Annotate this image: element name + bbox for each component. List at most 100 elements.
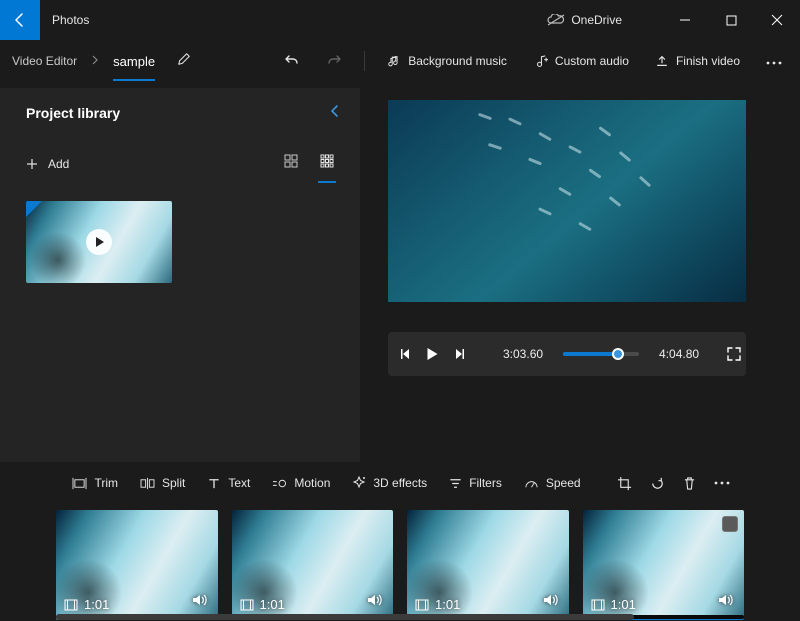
- text-button[interactable]: Text: [197, 472, 260, 494]
- add-media-button[interactable]: Add: [26, 157, 69, 171]
- collapse-library-button[interactable]: [330, 104, 340, 122]
- storyboard: 1:01 1:01 1:01 1:01: [0, 504, 800, 620]
- close-button[interactable]: [754, 0, 800, 40]
- grid-3x3-icon: [320, 154, 334, 168]
- background-music-button[interactable]: Background music: [377, 48, 517, 74]
- clip-volume-button[interactable]: [718, 593, 734, 612]
- plus-icon: [26, 158, 38, 170]
- clip-checkbox[interactable]: [722, 516, 738, 532]
- split-icon: [140, 477, 155, 490]
- clip-duration: 1:01: [84, 597, 109, 612]
- finish-video-label: Finish video: [676, 54, 740, 68]
- minimize-icon: [679, 14, 691, 26]
- onedrive-label: OneDrive: [571, 13, 622, 27]
- redo-button[interactable]: [316, 47, 352, 75]
- storyboard-clip[interactable]: 1:01: [56, 510, 218, 620]
- 3d-effects-button[interactable]: 3D effects: [342, 472, 437, 494]
- crop-button[interactable]: [609, 472, 640, 495]
- play-icon: [426, 347, 439, 361]
- clip-duration: 1:01: [435, 597, 460, 612]
- background-music-label: Background music: [408, 54, 507, 68]
- speed-icon: [524, 477, 539, 490]
- pencil-icon: [177, 52, 191, 66]
- film-icon: [415, 599, 429, 611]
- storyboard-clip[interactable]: 1:01: [583, 510, 745, 620]
- delete-button[interactable]: [675, 472, 704, 495]
- add-label: Add: [48, 157, 69, 171]
- cloud-off-icon: [547, 14, 565, 26]
- rename-button[interactable]: [177, 52, 191, 71]
- volume-icon: [192, 593, 208, 607]
- clip-duration-overlay: 1:01: [415, 597, 460, 612]
- crop-icon: [617, 476, 632, 491]
- rotate-icon: [650, 476, 665, 491]
- seek-knob[interactable]: [612, 348, 624, 360]
- film-icon: [591, 599, 605, 611]
- preview-panel: 3:03.60 4:04.80: [370, 82, 800, 462]
- minimize-button[interactable]: [662, 0, 708, 40]
- step-forward-icon: [453, 348, 465, 360]
- filters-icon: [449, 477, 462, 490]
- previous-frame-button[interactable]: [400, 348, 412, 360]
- editor-toolbar: Video Editor sample Background music Cus…: [0, 40, 800, 82]
- library-clip-thumbnail[interactable]: [26, 201, 172, 283]
- close-icon: [771, 14, 783, 26]
- clip-volume-button[interactable]: [543, 593, 559, 612]
- rotate-button[interactable]: [642, 472, 673, 495]
- motion-button[interactable]: Motion: [262, 472, 340, 494]
- play-overlay-icon: [86, 229, 112, 255]
- storyboard-more-button[interactable]: [706, 477, 738, 489]
- step-back-icon: [400, 348, 412, 360]
- fullscreen-icon: [727, 347, 741, 361]
- project-name[interactable]: sample: [113, 54, 155, 81]
- more-options-button[interactable]: [756, 46, 792, 76]
- clip-volume-button[interactable]: [367, 593, 383, 612]
- back-button[interactable]: [0, 0, 40, 40]
- onedrive-status[interactable]: OneDrive: [547, 13, 622, 27]
- fullscreen-button[interactable]: [727, 347, 741, 361]
- maximize-button[interactable]: [708, 0, 754, 40]
- storyboard-scrollbar[interactable]: [56, 615, 744, 619]
- audio-plus-icon: [533, 54, 548, 69]
- speed-button[interactable]: Speed: [514, 472, 591, 494]
- ellipsis-icon: [714, 481, 730, 485]
- finish-video-button[interactable]: Finish video: [645, 48, 750, 74]
- redo-icon: [326, 53, 342, 69]
- preview-video[interactable]: [388, 100, 746, 302]
- preview-controls: 3:03.60 4:04.80: [388, 332, 746, 376]
- volume-icon: [367, 593, 383, 607]
- scrollbar-thumb[interactable]: [56, 614, 634, 620]
- project-library-title: Project library: [26, 105, 330, 121]
- current-time: 3:03.60: [503, 347, 543, 361]
- arrow-left-icon: [12, 12, 28, 28]
- custom-audio-button[interactable]: Custom audio: [523, 48, 639, 75]
- next-frame-button[interactable]: [453, 348, 465, 360]
- storyboard-clip[interactable]: 1:01: [407, 510, 569, 620]
- motion-icon: [272, 477, 287, 490]
- trash-icon: [683, 476, 696, 491]
- project-library-panel: Project library Add: [0, 88, 360, 462]
- grid-2x2-icon: [284, 154, 298, 168]
- storyboard-clip[interactable]: 1:01: [232, 510, 394, 620]
- trim-button[interactable]: Trim: [62, 472, 128, 494]
- clip-volume-button[interactable]: [192, 593, 208, 612]
- seek-slider[interactable]: [563, 352, 639, 356]
- ellipsis-icon: [766, 61, 782, 65]
- play-button[interactable]: [426, 347, 439, 361]
- app-title: Photos: [52, 13, 89, 27]
- title-bar: Photos OneDrive: [0, 0, 800, 40]
- storyboard-toolbar: Trim Split Text Motion 3D effects Filter…: [0, 462, 800, 504]
- custom-audio-label: Custom audio: [555, 54, 629, 68]
- volume-icon: [718, 593, 734, 607]
- main-area: Project library Add: [0, 82, 800, 462]
- clip-duration-overlay: 1:01: [240, 597, 285, 612]
- filters-button[interactable]: Filters: [439, 472, 512, 494]
- undo-button[interactable]: [274, 47, 310, 75]
- divider: [364, 51, 365, 71]
- music-note-icon: [387, 54, 401, 68]
- chevron-right-icon: [91, 52, 99, 70]
- split-button[interactable]: Split: [130, 472, 195, 494]
- grid-small-view-button[interactable]: [314, 150, 340, 177]
- breadcrumb-root[interactable]: Video Editor: [12, 54, 77, 68]
- grid-large-view-button[interactable]: [278, 150, 304, 177]
